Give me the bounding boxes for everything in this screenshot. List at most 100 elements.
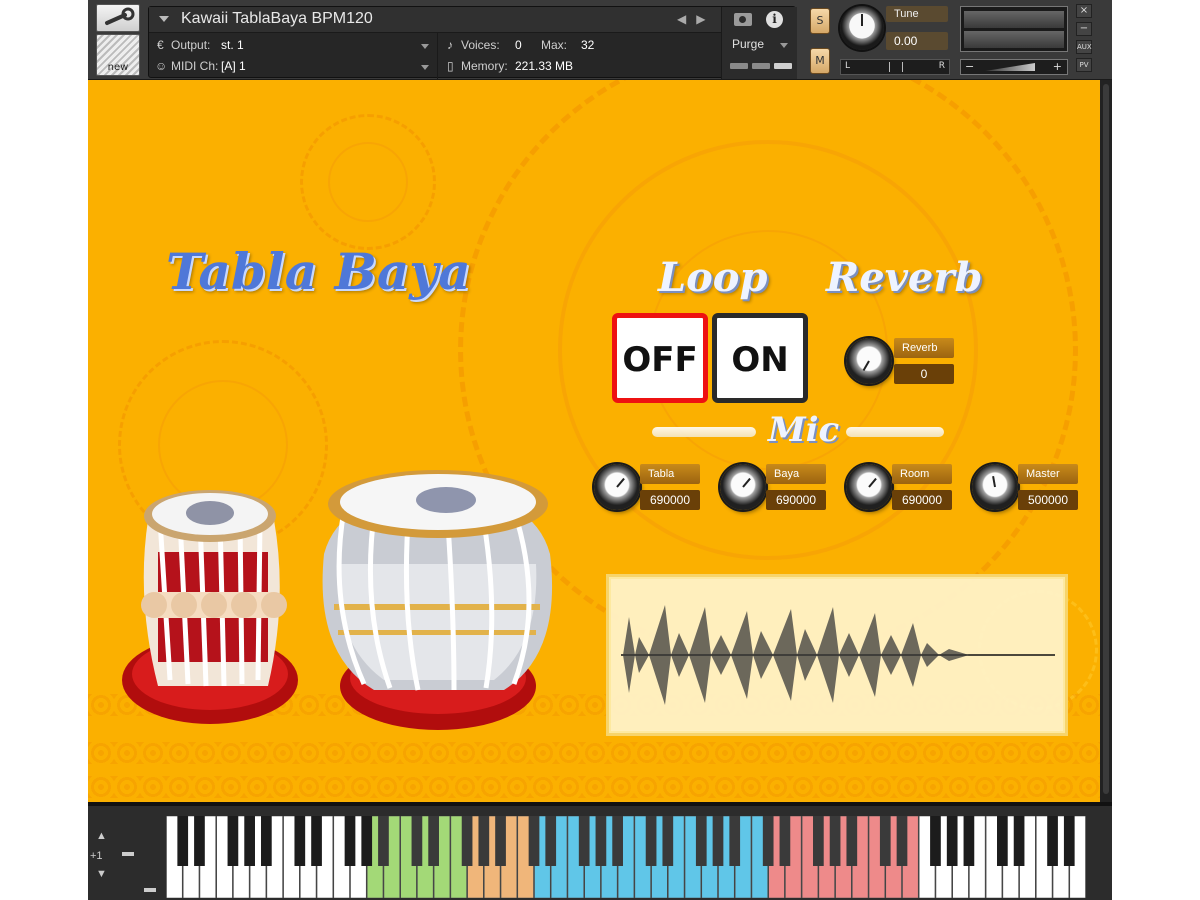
tabla-mic-label: Tabla	[640, 464, 700, 484]
reverb-knob-label: Reverb	[894, 338, 954, 358]
midi-caret-icon[interactable]	[421, 65, 429, 70]
black-key[interactable]	[528, 816, 540, 866]
camera-icon[interactable]	[734, 13, 752, 26]
black-key[interactable]	[361, 816, 373, 866]
black-key[interactable]	[478, 816, 490, 866]
waveform-display[interactable]	[606, 574, 1068, 736]
pan-right-label: R	[938, 61, 945, 71]
pan-center-icon	[889, 62, 903, 72]
black-key[interactable]	[712, 816, 724, 866]
black-key[interactable]	[177, 816, 189, 866]
knob-indicator	[868, 477, 877, 488]
loop-on-button[interactable]: ON	[712, 313, 808, 403]
tabla-mic-value[interactable]: 690000	[640, 490, 700, 510]
black-key[interactable]	[846, 816, 858, 866]
tabla-mic-knob[interactable]	[594, 464, 640, 510]
output-select[interactable]: st. 1	[221, 38, 244, 52]
black-key[interactable]	[645, 816, 657, 866]
divider	[437, 33, 438, 79]
prev-next-arrows-icon[interactable]: ◀▶	[677, 12, 715, 26]
black-key[interactable]	[545, 816, 557, 866]
piano-keyboard[interactable]	[166, 816, 1086, 898]
black-key[interactable]	[578, 816, 590, 866]
minimize-button[interactable]: −	[1076, 22, 1092, 36]
purge-button[interactable]: Purge	[732, 37, 764, 51]
instrument-title-row: Kawaii TablaBaya BPM120 ◀▶	[149, 7, 795, 33]
black-key[interactable]	[930, 816, 941, 866]
tune-knob[interactable]	[840, 6, 884, 50]
mute-button[interactable]: M	[810, 48, 830, 74]
black-key[interactable]	[244, 816, 255, 866]
black-key[interactable]	[378, 816, 389, 866]
black-key[interactable]	[729, 816, 741, 866]
solo-button[interactable]: S	[810, 8, 830, 34]
black-key[interactable]	[813, 816, 824, 866]
black-key[interactable]	[762, 816, 774, 866]
reverb-knob[interactable]	[846, 338, 892, 384]
reverb-knob-value[interactable]: 0	[894, 364, 954, 384]
black-key[interactable]	[946, 816, 958, 866]
black-key[interactable]	[227, 816, 239, 866]
black-key[interactable]	[963, 816, 975, 866]
meter-bar-left	[964, 11, 1064, 28]
black-key[interactable]	[879, 816, 891, 866]
black-key[interactable]	[595, 816, 607, 866]
master-value[interactable]: 500000	[1018, 490, 1078, 510]
black-key[interactable]	[1047, 816, 1058, 866]
new-button[interactable]: new	[96, 34, 140, 76]
black-key[interactable]	[495, 816, 506, 866]
black-key[interactable]	[344, 816, 356, 866]
purge-led	[730, 63, 748, 69]
black-key[interactable]	[695, 816, 707, 866]
meter-bar-right	[964, 31, 1064, 48]
memory-icon: ▯	[447, 59, 454, 73]
black-key[interactable]	[1013, 816, 1025, 866]
max-voices-value[interactable]: 32	[581, 38, 594, 52]
vertical-scrollbar[interactable]	[1100, 80, 1112, 802]
info-icon[interactable]: i	[766, 11, 783, 28]
black-key[interactable]	[261, 816, 272, 866]
volume-slider[interactable]: − +	[960, 59, 1068, 75]
black-key[interactable]	[461, 816, 473, 866]
black-key[interactable]	[311, 816, 322, 866]
mandala-decoration	[328, 142, 408, 222]
black-key[interactable]	[612, 816, 623, 866]
room-mic-value[interactable]: 690000	[892, 490, 952, 510]
purge-caret-icon[interactable]	[780, 43, 788, 48]
scrollbar-thumb[interactable]	[1103, 84, 1109, 794]
instrument-panel: Tabla Baya Loop Reverb Mic OFF ON Reverb…	[88, 80, 1100, 802]
aux-button[interactable]: AUX	[1076, 40, 1092, 54]
black-key[interactable]	[896, 816, 908, 866]
black-key[interactable]	[1063, 816, 1075, 866]
baya-mic-knob[interactable]	[720, 464, 766, 510]
black-key[interactable]	[662, 816, 674, 866]
baya-mic-value[interactable]: 690000	[766, 490, 826, 510]
octave-up-icon[interactable]: ▲	[96, 830, 107, 842]
tune-label: Tune	[886, 6, 948, 22]
black-key[interactable]	[829, 816, 841, 866]
black-key[interactable]	[411, 816, 423, 866]
mod-wheel-marker[interactable]	[144, 888, 156, 892]
octave-down-icon[interactable]: ▼	[96, 868, 107, 880]
memory-label: Memory:	[461, 59, 508, 73]
output-caret-icon[interactable]	[421, 44, 429, 49]
pv-button[interactable]: PV	[1076, 58, 1092, 72]
tabla-drum-image	[122, 490, 298, 724]
wrench-button[interactable]	[96, 4, 140, 32]
midi-channel-select[interactable]: [A] 1	[221, 59, 246, 73]
pan-slider[interactable]: L R	[840, 59, 950, 75]
instrument-name[interactable]: Kawaii TablaBaya BPM120	[181, 10, 373, 28]
instrument-menu-caret-icon[interactable]	[159, 16, 169, 22]
pitch-wheel-marker[interactable]	[122, 852, 134, 856]
master-knob[interactable]	[972, 464, 1018, 510]
close-button[interactable]: ×	[1076, 4, 1092, 18]
room-mic-knob[interactable]	[846, 464, 892, 510]
black-key[interactable]	[194, 816, 205, 866]
black-key[interactable]	[428, 816, 439, 866]
black-key[interactable]	[294, 816, 306, 866]
black-key[interactable]	[779, 816, 791, 866]
tune-value[interactable]: 0.00	[886, 32, 948, 50]
black-key[interactable]	[997, 816, 1008, 866]
output-icon: €	[157, 38, 164, 52]
loop-off-button[interactable]: OFF	[612, 313, 708, 403]
